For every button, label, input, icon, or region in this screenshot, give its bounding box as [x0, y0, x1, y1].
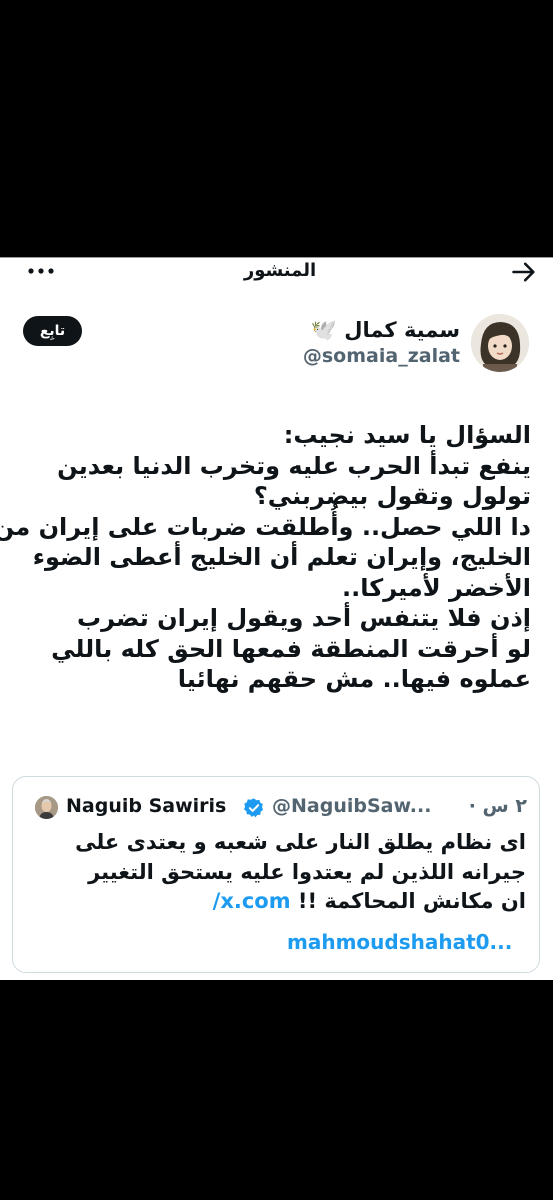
quoted-line: جيرانه اللذين لم يعتدوا عليه يستحق التغي… — [88, 859, 526, 884]
post-line: السؤال يا سيد نجيب: — [283, 421, 531, 449]
quoted-author-handle: @NaguibSaw... — [272, 795, 432, 817]
quoted-line: ان مكانش المحاكمة !! — [297, 889, 526, 913]
post-line: عملوه فيها.. مش حقهم نهائيا — [177, 665, 531, 693]
follow-button[interactable]: تابِع — [23, 316, 82, 346]
quoted-author-name: Naguib Sawiris — [66, 795, 227, 817]
top-divider — [0, 257, 553, 258]
post-line: تولول وتقول بيضربني؟ — [253, 482, 531, 510]
page-title: المنشور — [243, 260, 317, 281]
author-name[interactable]: سمية كمال 🕊️ — [311, 318, 460, 343]
author-handle[interactable]: @somaia_zalat — [303, 345, 460, 367]
quoted-link-continued[interactable]: mahmoudshahat0... — [287, 930, 512, 954]
verified-badge-icon — [244, 798, 264, 818]
post-line: الأخضر لأميركا.. — [342, 573, 531, 602]
quoted-avatar — [35, 796, 58, 819]
quoted-timestamp: ٢ س · — [468, 795, 527, 817]
more-horizontal-icon[interactable] — [28, 266, 54, 276]
post-line: الخليج، وإيران تعلم أن الخليج أعطى الضوء — [32, 543, 531, 571]
post-text: السؤال يا سيد نجيب: ينفع تبدأ الحرب عليه… — [0, 420, 531, 695]
post-line: ينفع تبدأ الحرب عليه وتخرب الدنيا بعدين — [57, 451, 531, 480]
quoted-text: اى نظام يطلق النار على شعبه و يعتدى على … — [21, 828, 526, 917]
quoted-line-with-link: ان مكانش المحاكمة !! x.com/ — [21, 887, 526, 917]
author-avatar[interactable] — [471, 314, 529, 372]
quoted-link[interactable]: x.com/ — [213, 889, 291, 913]
post-line: دا اللي حصل.. وأُطلقت ضربات على إيران من — [0, 512, 531, 541]
post-line: لو أحرقت المنطقة فمعها الحق كله باللي — [51, 634, 531, 663]
arrow-right-icon[interactable] — [510, 258, 538, 286]
quoted-line: اى نظام يطلق النار على شعبه و يعتدى على — [75, 830, 526, 854]
post-line: إذن فلا يتنفس أحد ويقول إيران تضرب — [77, 604, 531, 632]
